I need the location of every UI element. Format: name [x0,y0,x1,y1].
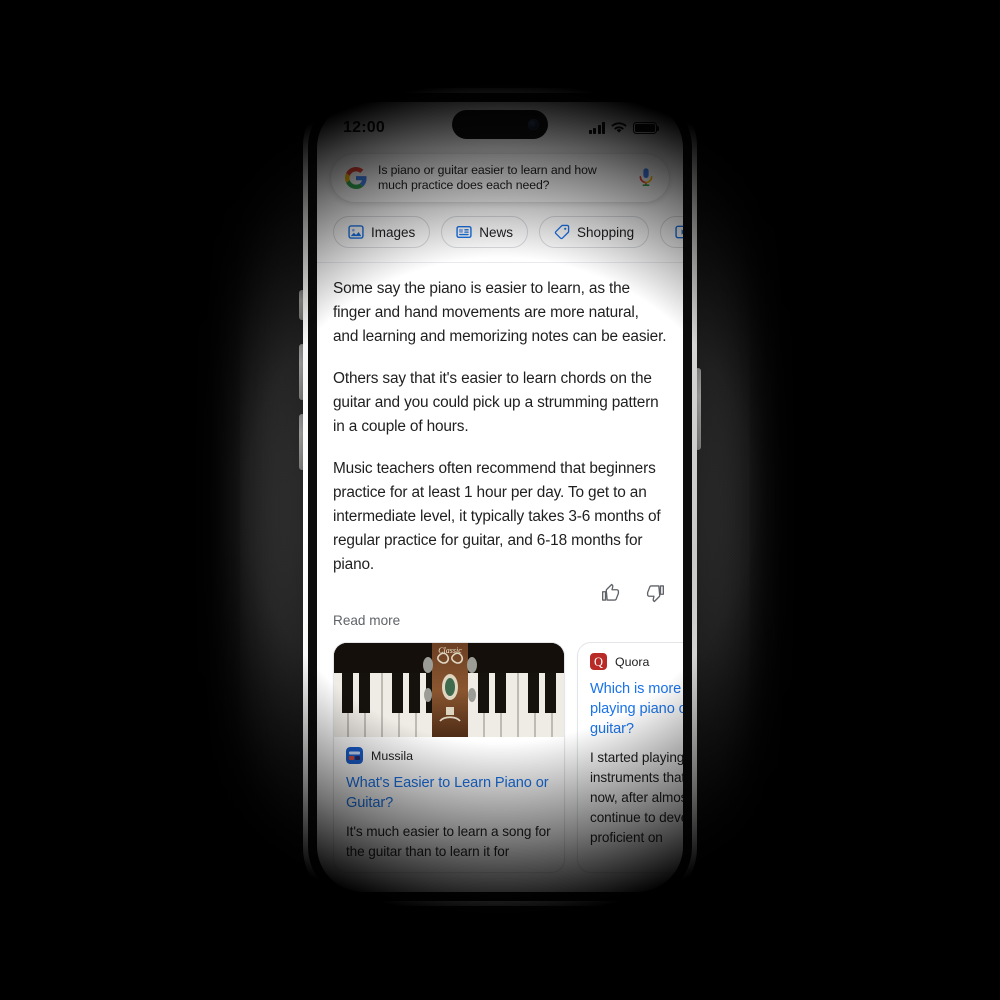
search-bar-container: Is piano or guitar easier to learn and h… [317,148,683,202]
result-card-mussila[interactable]: Classic Mussila What's Easier to Learn P… [333,642,565,873]
search-bar[interactable]: Is piano or guitar easier to learn and h… [331,154,669,202]
source-row: Mussila [346,747,552,764]
answer-paragraph: Music teachers often recommend that begi… [333,460,661,573]
phone-device: 12:00 Is piano or guitar easier to learn… [303,88,697,906]
phone-screen: 12:00 Is piano or guitar easier to learn… [317,102,683,892]
source-name: Mussila [371,748,413,763]
shopping-tag-icon [554,224,570,240]
chip-videos[interactable]: Videos [660,216,683,248]
chip-label: Shopping [577,224,635,240]
battery-icon [633,122,660,134]
result-title-link[interactable]: What's Easier to Learn Piano or Guitar? [346,773,552,813]
chip-label: Images [371,224,416,240]
result-title-link[interactable]: Which is more difficult, playing piano o… [590,679,683,739]
ai-answer-body: Some say the piano is easier to learn, a… [317,263,683,577]
status-clock: 12:00 [343,119,385,136]
news-icon [456,225,472,239]
mussila-favicon-icon [346,747,363,764]
status-icons [589,122,660,134]
quora-favicon-icon: Q [590,653,607,670]
result-snippet: It's much easier to learn a song for the… [346,824,551,859]
result-snippet: I started playing both instruments that … [590,750,683,845]
front-camera-icon [528,119,539,130]
guitar-headstock-over-piano-keys-image: Classic [334,643,564,737]
chip-images[interactable]: Images [333,216,431,248]
search-query-text[interactable]: Is piano or guitar easier to learn and h… [378,163,626,193]
answer-paragraph: Others say that it's easier to learn cho… [333,370,659,435]
videos-icon [675,225,683,239]
card-body: Q Quora Which is more difficult, playing… [578,643,683,858]
google-logo-icon [345,167,367,189]
microphone-icon[interactable] [637,167,655,189]
dynamic-island [452,110,548,139]
chip-shopping[interactable]: Shopping [539,216,650,248]
svg-text:Classic: Classic [438,646,462,655]
wifi-icon [611,122,627,133]
card-body: Mussila What's Easier to Learn Piano or … [334,737,564,872]
thumbs-down-icon[interactable] [645,583,665,603]
status-bar: 12:00 [317,102,683,148]
images-icon [348,225,364,239]
phone-bezel: 12:00 Is piano or guitar easier to learn… [308,93,692,901]
chip-news[interactable]: News [441,216,529,248]
filter-chips-row[interactable]: Images News Shopping [317,202,683,262]
read-more-button[interactable]: Read more [317,603,683,628]
screenshot-stage: 12:00 Is piano or guitar easier to learn… [0,0,1000,1000]
svg-text:Q: Q [594,655,603,669]
feedback-row[interactable] [317,581,683,603]
result-card-quora[interactable]: Q Quora Which is more difficult, playing… [577,642,683,873]
chip-label: News [479,224,514,240]
thumbs-up-icon[interactable] [601,583,621,603]
cellular-signal-icon [589,122,605,134]
source-row: Q Quora [590,653,683,670]
result-cards-carousel[interactable]: Classic Mussila What's Easier to Learn P… [317,628,683,873]
answer-paragraph: Some say the piano is easier to learn, a… [333,280,667,345]
source-name: Quora [615,654,650,669]
